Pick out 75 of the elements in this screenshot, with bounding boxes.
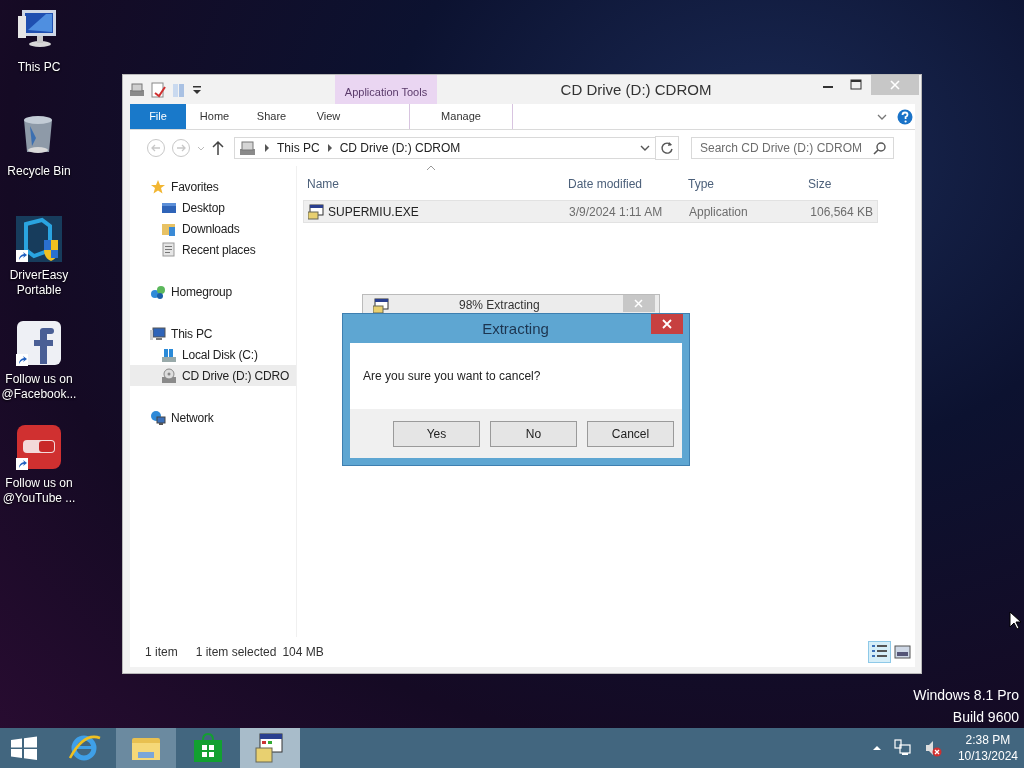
nav-item[interactable]: Homegroup (130, 281, 296, 302)
breadcrumb-arrow-icon[interactable] (263, 143, 271, 153)
installer-icon (373, 298, 389, 314)
nav-item[interactable]: Network (130, 407, 296, 428)
dialog-button[interactable]: No (490, 420, 577, 447)
nav-item[interactable]: Downloads (130, 218, 296, 239)
dialog-message: Are you sure you want to cancel? (362, 368, 542, 385)
status-text: 1 item selected (195, 645, 277, 659)
search-field[interactable]: Search CD Drive (D:) CDROM (691, 137, 894, 159)
mouse-pointer-icon (1009, 611, 1021, 630)
drive-icon (239, 140, 257, 156)
help-icon[interactable] (897, 108, 913, 125)
clock-date: 10/13/2024 (957, 748, 1018, 764)
installer-icon (308, 203, 324, 220)
properties-icon[interactable] (150, 81, 166, 98)
search-icon[interactable] (873, 141, 887, 155)
address-bar[interactable]: This PC CD Drive (D:) CDROM (234, 137, 656, 159)
network-icon[interactable] (893, 739, 912, 757)
dialog-title: Extracting (481, 319, 550, 339)
show-hidden-icons-icon[interactable] (871, 743, 882, 753)
dialog-button[interactable]: Yes (393, 420, 480, 447)
dialog-button[interactable]: Cancel (587, 420, 674, 447)
nav-item[interactable]: This PC (130, 323, 296, 344)
breadcrumb-arrow-icon[interactable] (325, 143, 334, 153)
disk-drive-icon (161, 346, 177, 363)
large-icons-view-icon[interactable] (892, 642, 913, 662)
details-view-icon[interactable] (869, 642, 890, 662)
drive-icon[interactable] (129, 81, 145, 98)
status-text: 1 item (145, 645, 178, 659)
desktop-icon-label[interactable]: Recycle Bin (7, 164, 71, 179)
desktop-icon-label[interactable]: Follow us on @YouTube ... (2, 476, 76, 506)
nav-item[interactable]: Local Disk (C:) (130, 344, 296, 365)
window-title: CD Drive (D:) CDROM (559, 81, 713, 98)
homegroup-icon (150, 283, 166, 300)
nav-item[interactable]: Recent places (130, 239, 296, 260)
shortcut-facebook-logo-icon[interactable] (16, 320, 62, 366)
clock-time: 2:38 PM (965, 732, 1011, 748)
close-icon[interactable] (651, 314, 683, 334)
desktop-icon-label[interactable]: DriverEasy Portable (9, 268, 69, 298)
edition-text: Windows 8.1 Pro (913, 686, 1019, 705)
muted-speaker-icon[interactable] (923, 739, 942, 757)
edition-text: Build 9600 (952, 708, 1019, 727)
window-title: 98% Extracting (459, 298, 541, 312)
breadcrumb[interactable]: CD Drive (D:) CDROM (339, 141, 461, 155)
network-icon (150, 409, 166, 426)
contextual-tab-header: Application Tools (335, 75, 437, 104)
table-cell: 106,564 KB (810, 204, 873, 219)
ribbon-tab[interactable]: Home (186, 104, 243, 129)
table-cell: Application (689, 204, 748, 219)
status-text: 104 MB (282, 645, 324, 659)
desktop-icon-label[interactable]: Follow us on @Facebook... (1, 372, 77, 402)
ribbon-tab[interactable]: View (300, 104, 357, 129)
column-header[interactable]: Date modified (564, 177, 684, 191)
installer-icon[interactable] (240, 728, 300, 768)
refresh-icon[interactable] (655, 136, 679, 160)
table-cell: 3/9/2024 1:11 AM (569, 204, 663, 219)
document-icon (161, 241, 177, 258)
column-header[interactable]: Name (303, 177, 564, 191)
column-header[interactable]: Type (684, 177, 804, 191)
breadcrumb[interactable]: This PC (277, 141, 320, 155)
cd-drive-icon (161, 367, 177, 384)
nav-item[interactable]: CD Drive (D:) CDRO (130, 365, 296, 386)
ribbon-tab[interactable]: Share (243, 104, 300, 129)
shortcut-shield-box-icon[interactable] (16, 216, 62, 262)
file-row[interactable]: SUPERMIU.EXE 3/9/2024 1:11 AM Application 106,564 KB (303, 200, 878, 223)
file-name: SUPERMIU.EXE (328, 204, 419, 219)
nav-item[interactable]: Desktop (130, 197, 296, 218)
desktop-icon-label[interactable]: This PC (17, 60, 61, 75)
column-header[interactable]: Size (804, 177, 874, 191)
up-arrow-icon[interactable] (211, 138, 225, 158)
star-icon (150, 178, 166, 195)
clock[interactable]: 2:38 PM 10/13/2024 (947, 732, 1024, 764)
computer-icon (150, 325, 166, 342)
nav-item[interactable]: Favorites (130, 176, 296, 197)
file-tab[interactable]: File (130, 104, 186, 129)
